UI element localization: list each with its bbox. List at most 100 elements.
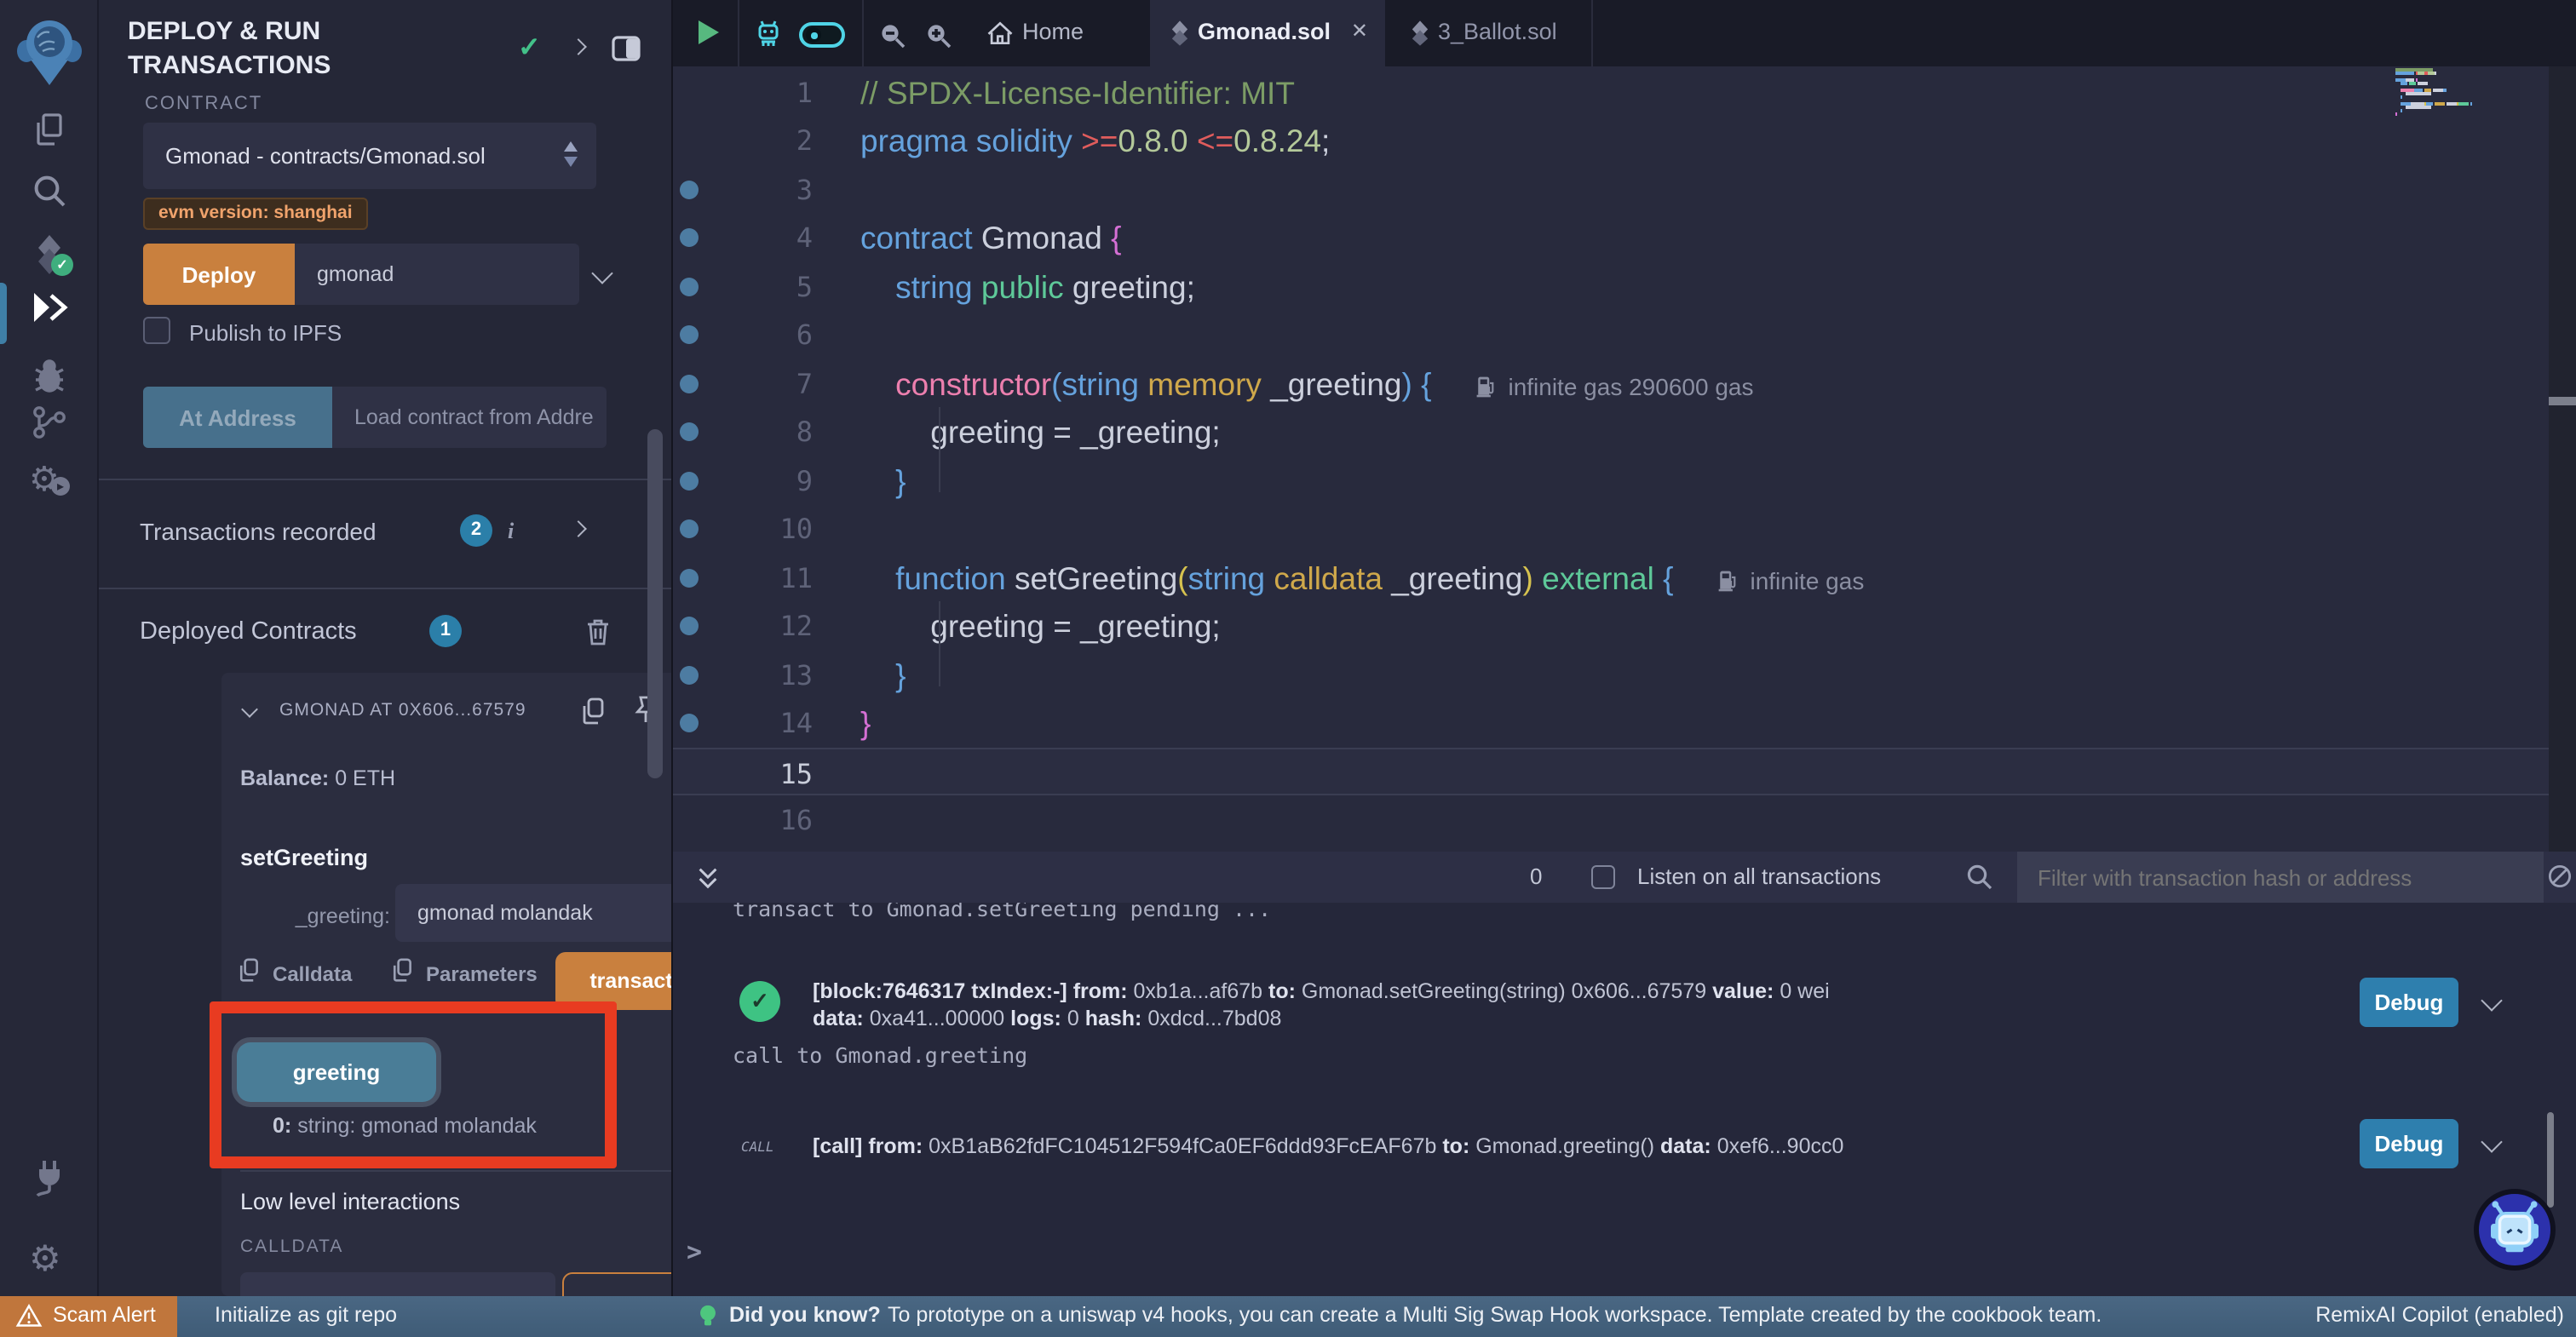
git-init-button[interactable]: Initialize as git repo bbox=[215, 1303, 397, 1327]
settings-icon[interactable]: ⚙ bbox=[29, 1238, 70, 1279]
tx-log-1-line-2: data: 0xa41...00000 logs: 0 hash: 0xdcd.… bbox=[813, 1006, 1830, 1032]
param-label: _greeting: bbox=[221, 904, 390, 928]
listen-checkbox[interactable] bbox=[1591, 865, 1615, 889]
editor-tabbar: Home Gmonad.sol ✕ 3_Ballot.sol bbox=[673, 0, 2576, 66]
search-icon[interactable] bbox=[29, 170, 70, 211]
editor-scrollbar[interactable] bbox=[2549, 66, 2576, 852]
solidity-file-icon bbox=[1411, 20, 1429, 55]
listen-count: 0 bbox=[1530, 864, 1542, 889]
remix-ide-window: ✓ ⚙▸ ⚙ DEPLOY & RUN TRANSACTIONS ✓ CONTR… bbox=[0, 0, 2576, 1337]
tip-text: To prototype on a uniswap v4 hooks, you … bbox=[888, 1303, 2102, 1327]
run-script-icon[interactable] bbox=[699, 20, 719, 44]
contract-select[interactable]: Gmonad - contracts/Gmonad.sol bbox=[143, 123, 596, 189]
deploy-expand-chevron[interactable] bbox=[591, 262, 612, 284]
param-input[interactable] bbox=[395, 884, 673, 942]
panel-title: DEPLOY & RUN TRANSACTIONS bbox=[128, 15, 417, 84]
tab-gmonad-label: Gmonad.sol bbox=[1198, 19, 1331, 44]
listen-label: Listen on all transactions bbox=[1637, 864, 1881, 889]
terminal-prompt[interactable]: > bbox=[687, 1237, 702, 1267]
function-name: setGreeting bbox=[240, 845, 368, 870]
greeting-view-button[interactable]: greeting bbox=[237, 1042, 436, 1102]
copy-address-icon[interactable] bbox=[579, 697, 607, 734]
publish-ipfs-checkbox[interactable] bbox=[143, 317, 170, 344]
parameters-copy-label[interactable]: Parameters bbox=[426, 962, 538, 986]
parameters-copy-icon[interactable] bbox=[390, 957, 414, 991]
contract-select-value: Gmonad - contracts/Gmonad.sol bbox=[165, 143, 486, 169]
deploy-button[interactable]: Deploy bbox=[143, 244, 295, 305]
tab-ballot[interactable]: 3_Ballot.sol bbox=[1385, 0, 1593, 66]
debug-button-2[interactable]: Debug bbox=[2360, 1119, 2458, 1168]
scam-alert-button[interactable]: Scam Alert bbox=[0, 1296, 177, 1337]
at-address-button[interactable]: At Address bbox=[143, 387, 332, 448]
tx-expand-chevron-2[interactable] bbox=[2481, 1131, 2502, 1152]
terminal-header: 0 Listen on all transactions bbox=[673, 852, 2576, 903]
evm-version-badge: evm version: shanghai bbox=[143, 198, 368, 230]
tx-log-1[interactable]: [block:7646317 txIndex:-] from: 0xb1a...… bbox=[813, 979, 1830, 1032]
solidity-compiler-icon[interactable]: ✓ bbox=[29, 233, 70, 274]
at-address-input[interactable] bbox=[332, 387, 607, 448]
debugger-icon[interactable] bbox=[29, 354, 70, 395]
tab-home-label[interactable]: Home bbox=[1022, 19, 1084, 44]
tx-log-1-line-1: [block:7646317 txIndex:-] from: 0xb1a...… bbox=[813, 979, 1830, 1006]
filter-input[interactable] bbox=[2017, 852, 2544, 903]
deploy-run-icon[interactable] bbox=[29, 290, 70, 330]
contract-label: CONTRACT bbox=[145, 94, 262, 114]
plugin-manager-icon[interactable]: ⚙▸ bbox=[29, 458, 70, 499]
tx-expand-chevron-1[interactable] bbox=[2481, 990, 2502, 1011]
deployed-count-badge: 1 bbox=[429, 615, 462, 647]
plug-icon[interactable] bbox=[29, 1156, 70, 1197]
tx-log-2-line-1: [call] from: 0xB1aB62fdFC104512F594fCa0E… bbox=[813, 1134, 1843, 1161]
low-level-calldata-input[interactable] bbox=[240, 1272, 555, 1296]
copilot-toggle[interactable] bbox=[799, 22, 845, 48]
collapse-panel-icon[interactable] bbox=[570, 38, 587, 55]
tab-close-icon[interactable]: ✕ bbox=[1351, 19, 1368, 43]
file-explorer-icon[interactable] bbox=[29, 109, 70, 150]
split-view-icon[interactable] bbox=[612, 36, 641, 70]
zoom-out-icon[interactable] bbox=[879, 22, 906, 58]
expand-terminal-icon[interactable] bbox=[695, 865, 721, 899]
calldata-copy-icon[interactable] bbox=[237, 957, 261, 991]
tx-log-2[interactable]: [call] from: 0xB1aB62fdFC104512F594fCa0E… bbox=[813, 1134, 1843, 1161]
home-icon[interactable] bbox=[985, 19, 1015, 56]
git-icon[interactable] bbox=[29, 402, 70, 443]
clear-console-icon[interactable] bbox=[2547, 864, 2573, 898]
code-editor[interactable]: 1// SPDX-License-Identifier: MIT2pragma … bbox=[673, 66, 2576, 852]
transactions-expand-icon[interactable] bbox=[570, 520, 587, 537]
constructor-arg-input[interactable] bbox=[295, 244, 579, 305]
low-level-transact-button[interactable] bbox=[562, 1272, 673, 1296]
instance-title[interactable]: GMONAD AT 0X606...67579 bbox=[279, 700, 526, 720]
low-level-calldata-label: CALLDATA bbox=[240, 1237, 343, 1257]
calldata-copy-label[interactable]: Calldata bbox=[273, 962, 352, 986]
copilot-status[interactable]: RemixAI Copilot (enabled) bbox=[2315, 1303, 2564, 1327]
tip-title: Did you know? bbox=[729, 1303, 881, 1327]
call-tag: CALL bbox=[741, 1139, 774, 1155]
deployed-contracts-label: Deployed Contracts bbox=[140, 618, 357, 646]
select-arrows-icon bbox=[564, 141, 579, 167]
ai-robot-icon[interactable] bbox=[753, 19, 784, 58]
transactions-info-icon[interactable]: i bbox=[508, 518, 514, 545]
balance-row: Balance: 0 ETH bbox=[240, 766, 395, 790]
instance-collapse-chevron[interactable] bbox=[241, 701, 258, 718]
terminal-search-icon[interactable] bbox=[1966, 864, 1993, 899]
terminal[interactable]: transact to Gmonad.setGreeting pending .… bbox=[673, 903, 2576, 1296]
pending-tx-line: transact to Gmonad.setGreeting pending .… bbox=[733, 903, 1271, 921]
result-index: 0: bbox=[273, 1114, 291, 1138]
tab-ballot-label: 3_Ballot.sol bbox=[1438, 19, 1557, 44]
remix-logo[interactable] bbox=[15, 14, 83, 89]
transactions-recorded-label: Transactions recorded bbox=[140, 518, 377, 545]
trash-icon[interactable] bbox=[584, 617, 612, 654]
panel-scrollbar[interactable] bbox=[647, 429, 663, 778]
active-plugin-indicator bbox=[0, 283, 7, 344]
tab-gmonad[interactable]: Gmonad.sol ✕ bbox=[1150, 0, 1385, 66]
minimap[interactable] bbox=[2395, 68, 2549, 126]
result-value: string: gmonad molandak bbox=[297, 1114, 537, 1138]
compile-success-badge: ✓ bbox=[51, 254, 73, 276]
call-result: 0: string: gmonad molandak bbox=[273, 1114, 537, 1138]
remixai-copilot-button[interactable] bbox=[2474, 1189, 2556, 1271]
compile-check-icon: ✓ bbox=[518, 31, 541, 65]
zoom-in-icon[interactable] bbox=[925, 22, 952, 58]
publish-ipfs-label: Publish to IPFS bbox=[189, 320, 342, 346]
debug-button-1[interactable]: Debug bbox=[2360, 978, 2458, 1027]
deployed-instance-card: GMONAD AT 0X606...67579 ✕ Balance: 0 ETH… bbox=[221, 673, 673, 1296]
status-bar: Scam Alert Initialize as git repo Did yo… bbox=[0, 1296, 2576, 1337]
